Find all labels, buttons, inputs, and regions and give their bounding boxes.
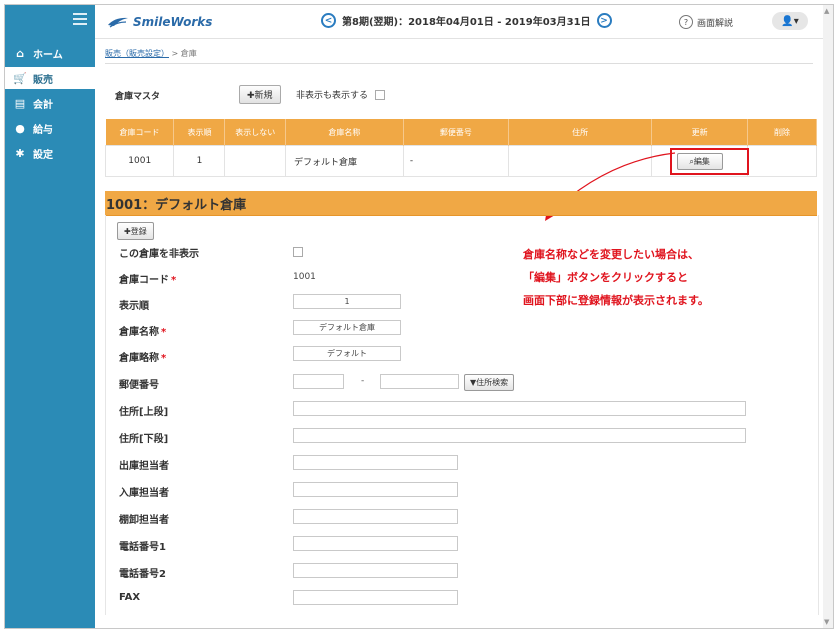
column-header-address[interactable]: 住所: [508, 119, 653, 146]
scroll-up-icon[interactable]: ▲: [824, 7, 829, 15]
warehouse-name-input[interactable]: デフォルト倉庫: [293, 320, 401, 335]
cell-code: 1001: [104, 145, 175, 177]
sidebar-item-label: 販売: [33, 74, 53, 86]
logo-icon: [108, 17, 128, 28]
phone1-label: 電話番号1: [119, 542, 166, 553]
address-upper-input[interactable]: [293, 401, 746, 416]
warehouse-code-label: 倉庫コード *: [119, 275, 177, 286]
master-toolbar: 倉庫マスタ ✚新規 非表示も表示する: [115, 85, 515, 105]
gear-icon: ✱: [15, 146, 25, 160]
column-header-zip[interactable]: 郵便番号: [403, 119, 509, 146]
user-icon: 👤▾: [781, 15, 799, 27]
phone2-label: 電話番号2: [119, 569, 166, 580]
display-order-input[interactable]: 1: [293, 294, 401, 309]
zip-first-input[interactable]: [293, 374, 344, 389]
sidebar-item-settings[interactable]: ✱ 設定: [5, 142, 95, 164]
hide-warehouse-label: この倉庫を非表示: [119, 249, 199, 260]
annotation-line: 画面下部に登録情報が表示されます。: [523, 294, 709, 307]
inventory-staff-input[interactable]: [293, 509, 458, 524]
shipping-staff-input[interactable]: [293, 455, 458, 470]
home-icon: ⌂: [16, 46, 24, 60]
previous-period-button[interactable]: <: [321, 13, 336, 28]
column-header-order[interactable]: 表示順: [173, 119, 226, 146]
logo-text: SmileWorks: [133, 15, 213, 29]
cell-name: デフォルト倉庫: [284, 145, 404, 177]
sidebar-item-sales[interactable]: 🛒 販売: [5, 67, 95, 89]
period-selector: < 第8期(翌期)：2018年04月01日 - 2019年03月31日 >: [321, 13, 612, 28]
help-icon: ?: [679, 15, 693, 29]
sidebar-item-home[interactable]: ⌂ ホーム: [5, 42, 95, 64]
shipping-staff-label: 出庫担当者: [119, 461, 169, 472]
breadcrumb: 販売（販売設定） > 倉庫: [105, 48, 197, 59]
fax-label: FAX: [119, 592, 141, 603]
warehouse-code-value: 1001: [293, 272, 316, 282]
table-header-row: 倉庫コード 表示順 表示しない 倉庫名称 郵便番号 住所 更新 削除: [105, 119, 818, 146]
period-label: 第8期(翌期)：2018年04月01日 - 2019年03月31日: [342, 17, 591, 28]
address-search-button[interactable]: ▼住所検索: [464, 374, 515, 391]
zip-dash: -: [361, 376, 365, 386]
detail-header: 1001：デフォルト倉庫: [105, 191, 817, 216]
top-header: SmileWorks < 第8期(翌期)：2018年04月01日 - 2019年…: [95, 5, 823, 39]
receiving-staff-input[interactable]: [293, 482, 458, 497]
warehouse-short-name-input[interactable]: デフォルト: [293, 346, 401, 361]
logo[interactable]: SmileWorks: [107, 15, 212, 29]
sidebar-item-label: 設定: [33, 149, 53, 161]
sidebar-item-payroll[interactable]: ● 給与: [5, 117, 95, 139]
column-header-code[interactable]: 倉庫コード: [105, 119, 175, 146]
breadcrumb-current: 倉庫: [180, 49, 197, 58]
new-button[interactable]: ✚新規: [239, 85, 281, 104]
register-button[interactable]: ✚登録: [117, 222, 154, 240]
sidebar-item-label: 給与: [33, 124, 53, 136]
show-hidden-option: 非表示も表示する: [296, 88, 386, 101]
zip-second-input[interactable]: [380, 374, 459, 389]
help-button[interactable]: ? 画面解説: [679, 15, 733, 29]
warehouse-short-name-label: 倉庫略称 *: [119, 353, 167, 364]
show-hidden-checkbox[interactable]: [375, 89, 386, 100]
phone1-input[interactable]: [293, 536, 458, 551]
cell-order: 1: [173, 145, 226, 177]
inventory-staff-label: 棚卸担当者: [119, 515, 169, 526]
user-menu-button[interactable]: 👤▾: [772, 12, 808, 30]
phone2-input[interactable]: [293, 563, 458, 578]
master-label: 倉庫マスタ: [115, 91, 161, 102]
annotation-callout: 倉庫名称などを変更したい場合は、 「編集」ボタンをクリックすると 画面下部に登録…: [523, 243, 709, 312]
ledger-icon: ▤: [14, 96, 26, 110]
annotation-line: 倉庫名称などを変更したい場合は、: [523, 248, 699, 261]
zip-label: 郵便番号: [119, 380, 159, 391]
annotation-line: 「編集」ボタンをクリックすると: [523, 271, 688, 284]
column-header-hidden[interactable]: 表示しない: [224, 119, 286, 146]
column-header-name[interactable]: 倉庫名称: [285, 119, 404, 146]
column-header-delete: 削除: [747, 119, 818, 146]
scroll-down-icon[interactable]: ▼: [824, 618, 829, 626]
cell-hidden: [224, 145, 286, 177]
sidebar: ⌂ ホーム 🛒 販売 ▤ 会計 ● 給与 ✱ 設定: [5, 5, 95, 628]
breadcrumb-link-sales-settings[interactable]: 販売（販売設定）: [105, 49, 169, 58]
hamburger-menu-icon[interactable]: [73, 13, 87, 25]
warehouse-name-label: 倉庫名称 *: [119, 327, 167, 338]
column-header-edit: 更新: [651, 119, 748, 146]
hide-warehouse-checkbox[interactable]: [293, 247, 303, 257]
sidebar-item-accounting[interactable]: ▤ 会計: [5, 92, 95, 114]
address-lower-input[interactable]: [293, 428, 746, 443]
money-bag-icon: ●: [15, 121, 25, 135]
breadcrumb-separator: >: [171, 49, 179, 58]
cell-zip: -: [402, 145, 509, 177]
receiving-staff-label: 入庫担当者: [119, 488, 169, 499]
cell-delete: [746, 145, 818, 177]
address-lower-label: 住所[下段]: [119, 434, 169, 445]
address-upper-label: 住所[上段]: [119, 407, 169, 418]
help-label: 画面解説: [697, 18, 734, 29]
display-order-label: 表示順: [119, 301, 149, 312]
show-hidden-label: 非表示も表示する: [296, 91, 369, 101]
cart-icon: 🛒: [13, 71, 27, 85]
fax-input[interactable]: [293, 590, 458, 605]
detail-title: 1001：デフォルト倉庫: [106, 198, 247, 213]
sidebar-item-label: ホーム: [33, 49, 63, 61]
vertical-scrollbar[interactable]: ▲ ▼: [823, 5, 833, 628]
divider: [105, 63, 813, 64]
main-content: 販売（販売設定） > 倉庫 倉庫マスタ ✚新規 非表示も表示する 倉庫コード 表…: [95, 39, 823, 628]
app-window: ⌂ ホーム 🛒 販売 ▤ 会計 ● 給与 ✱ 設定 SmileWorks < 第…: [4, 4, 834, 629]
next-period-button[interactable]: >: [596, 13, 612, 28]
sidebar-item-label: 会計: [33, 99, 53, 111]
